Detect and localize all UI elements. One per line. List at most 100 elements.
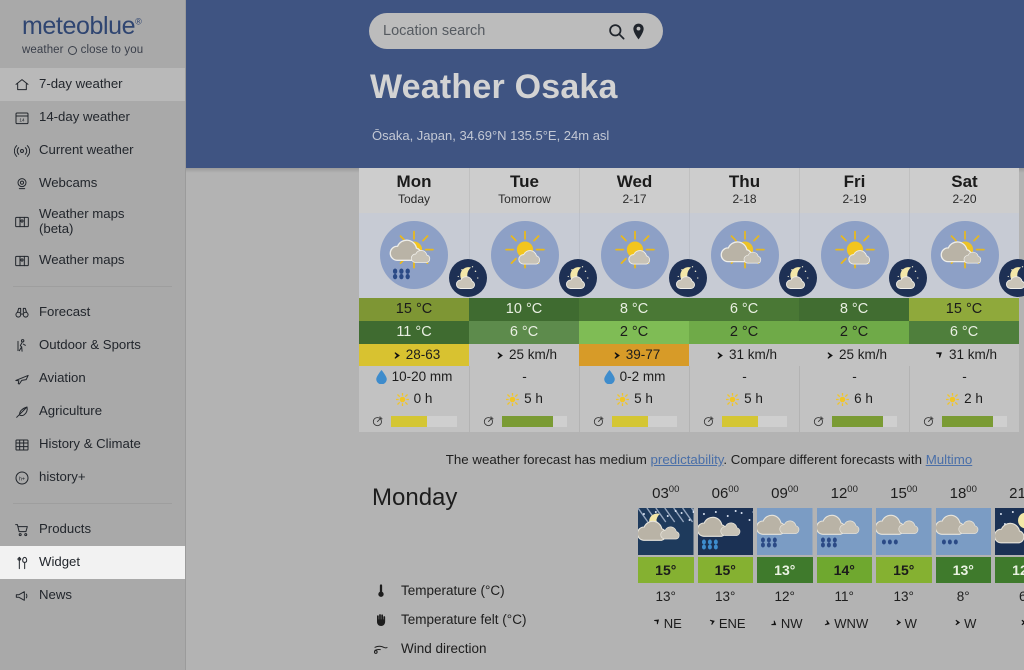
moon-cloud-icon <box>559 259 597 297</box>
brand-name: meteoblue® <box>22 12 142 40</box>
arrow-ene-icon <box>705 611 716 637</box>
predictability-bar-track <box>391 415 457 427</box>
hourly-row-labels: Temperature (°C) Temperature felt (°C) W… <box>372 576 526 663</box>
precipitation: - <box>799 366 909 388</box>
sidebar-item-label: Weather maps <box>39 252 125 268</box>
hour-wind-direction: W <box>874 611 934 637</box>
hour-column[interactable]: 1200 14° 11° WNW <box>815 480 875 637</box>
hour-temperature: 13° <box>935 557 991 583</box>
hour-time: 2100 <box>1009 485 1024 502</box>
day-column[interactable]: Thu 2-18 6 °C 2 °C 31 km/h - 5 h <box>689 168 817 450</box>
max-temperature: 10 °C <box>469 298 579 321</box>
predictability-note: The weather forecast has medium predicta… <box>359 452 1024 467</box>
day-date: 2-18 <box>732 191 757 206</box>
hour-time: 1200 <box>830 484 858 502</box>
day-weather-icon-cell <box>359 213 487 298</box>
sidebar-item-weather-maps-beta[interactable]: Weather maps (beta) <box>0 200 185 244</box>
precip-value: - <box>962 369 967 384</box>
search-icon[interactable] <box>605 20 627 42</box>
sidebar-item-weather-maps[interactable]: Weather maps <box>0 244 185 277</box>
multimodel-link[interactable]: Multimo <box>926 452 973 467</box>
tagline-left: weather <box>22 44 64 56</box>
predictability-row <box>909 410 1019 432</box>
sunshine-value: 0 h <box>413 391 433 406</box>
precip-value: 0-2 mm <box>619 369 666 384</box>
sun-icon <box>395 392 409 406</box>
hour-column[interactable]: 2100 12° 6 <box>993 480 1024 637</box>
hour-time: 0600 <box>711 484 739 502</box>
tools-icon <box>13 554 30 571</box>
predictability-bar-fill <box>832 415 883 427</box>
hour-column[interactable]: 1800 13° 8° W <box>934 480 994 637</box>
hour-column[interactable]: 1500 15° 13° W <box>874 480 934 637</box>
sidebar-divider-1 <box>13 286 172 287</box>
cloud-sun-icon <box>710 221 779 289</box>
brand-logo[interactable]: meteoblue® weather close to you <box>0 0 185 68</box>
droplet-icon <box>603 370 615 384</box>
sidebar-item-aviation[interactable]: Aviation <box>0 362 185 395</box>
day-column[interactable]: Tue Tomorrow 10 °C 6 °C 25 km/h - 5 h <box>469 168 597 450</box>
thermometer-icon <box>372 583 390 599</box>
sidebar-item-forecast[interactable]: Forecast <box>0 296 185 329</box>
sidebar-item-news[interactable]: News <box>0 579 185 612</box>
moon-cloud-icon <box>449 259 487 297</box>
sidebar-item-label: History & Climate <box>39 436 141 452</box>
min-temperature: 2 °C <box>799 321 909 344</box>
binoculars-icon <box>13 304 30 321</box>
day-snow-cloud-icon <box>816 508 872 555</box>
sunshine-hours: 0 h <box>359 388 469 410</box>
wind-speed: 31 km/h <box>909 344 1019 366</box>
arrow-nw-icon <box>767 611 778 637</box>
sidebar-item-label: 14-day weather <box>39 109 130 125</box>
day-date: Tomorrow <box>498 191 551 206</box>
min-temperature: 6 °C <box>469 321 579 344</box>
sunshine-hours: 2 h <box>909 388 1019 410</box>
target-icon <box>482 414 496 428</box>
predictability-row <box>799 410 909 432</box>
hour-wind-direction: NW <box>755 611 815 637</box>
cloud-sun-icon <box>930 221 999 289</box>
hour-column[interactable]: 0300 15° 13° NE <box>636 480 696 637</box>
sidebar-item-agriculture[interactable]: Agriculture <box>0 395 185 428</box>
hour-temperature-felt: 13° <box>893 589 914 604</box>
sidebar-item-products[interactable]: Products <box>0 513 185 546</box>
sunshine-hours: 5 h <box>579 388 689 410</box>
sunshine-hours: 5 h <box>689 388 799 410</box>
search-input[interactable] <box>383 23 605 39</box>
arrow-ne-icon <box>650 611 661 637</box>
hourly-row-temperature-felt-c: Temperature felt (°C) <box>372 605 526 634</box>
hour-wind-label: W <box>904 616 917 631</box>
night-cloud-icon <box>995 508 1024 555</box>
sidebar-item-label: Forecast <box>39 304 91 320</box>
sidebar-item-14-day-weather[interactable]: 14 14-day weather <box>0 101 185 134</box>
sidebar-item-outdoor-sports[interactable]: Outdoor & Sports <box>0 329 185 362</box>
night-snow-cloud-icon <box>697 508 753 555</box>
target-icon <box>922 414 936 428</box>
moon-cloud-icon <box>889 259 927 297</box>
sidebar-item-widget[interactable]: Widget <box>0 546 185 579</box>
sidebar-item-current-weather[interactable]: Current weather <box>0 134 185 167</box>
day-column[interactable]: Wed 2-17 8 °C 2 °C 39-77 0-2 mm 5 h <box>579 168 707 450</box>
hour-column[interactable]: 0600 15° 13° ENE <box>696 480 756 637</box>
sidebar-item-history[interactable]: h+ history+ <box>0 461 185 494</box>
hour-time: 0900 <box>771 484 799 502</box>
day-column[interactable]: Mon Today 15 °C 11 °C 28-63 10-20 mm 0 h <box>359 168 487 450</box>
map-icon <box>13 214 30 231</box>
sidebar-divider-2 <box>13 503 172 504</box>
sidebar-item-webcams[interactable]: Webcams <box>0 167 185 200</box>
wind-speed: 31 km/h <box>689 344 799 366</box>
day-header: Thu 2-18 <box>689 168 799 213</box>
wind-value: 25 km/h <box>838 347 888 362</box>
sun-icon <box>946 392 960 406</box>
predictability-bar-fill <box>722 415 758 427</box>
sidebar-item-7-day-weather[interactable]: 7-day weather <box>0 68 185 101</box>
predictability-link[interactable]: predictability <box>651 452 724 467</box>
day-header: Wed 2-17 <box>579 168 689 213</box>
sidebar-item-history-climate[interactable]: History & Climate <box>0 428 185 461</box>
day-column[interactable]: Fri 2-19 8 °C 2 °C 25 km/h - 6 h <box>799 168 927 450</box>
hour-column[interactable]: 0900 13° 12° NW <box>755 480 815 637</box>
precipitation: 0-2 mm <box>579 366 689 388</box>
location-search-bar[interactable] <box>369 13 663 49</box>
map-pin-icon[interactable] <box>627 20 649 42</box>
day-column[interactable]: Sat 2-20 15 °C 6 °C 31 km/h - 2 h <box>909 168 1024 450</box>
